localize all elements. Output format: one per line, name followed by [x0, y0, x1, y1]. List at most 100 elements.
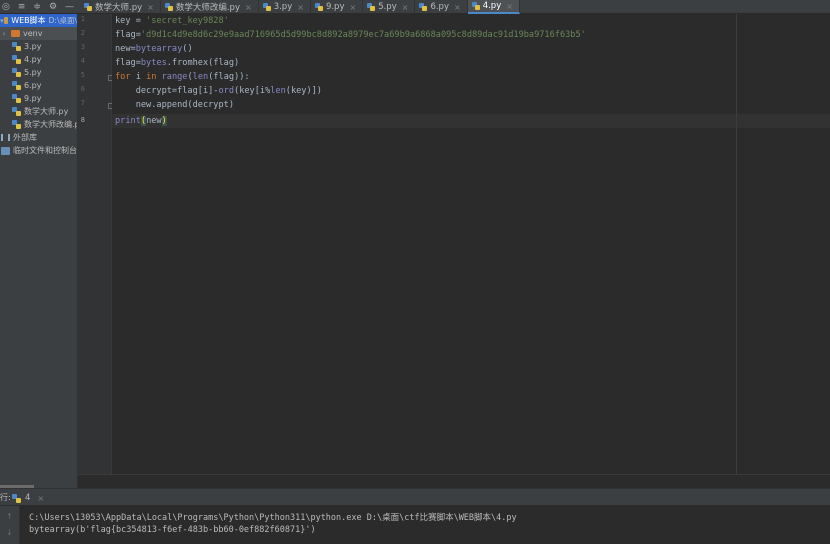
- gear-icon[interactable]: ⚙: [49, 0, 57, 14]
- console-output-line: bytearray(b'flag{bc354813-f6ef-483b-bb60…: [29, 525, 316, 535]
- console-command-line: C:\Users\13053\AppData\Local\Programs\Py…: [29, 513, 517, 523]
- tree-item-label: 4.py: [24, 55, 42, 64]
- tree-item-shuxuedashi[interactable]: 数学大师.py: [0, 105, 77, 118]
- tree-item-label: 5.py: [24, 68, 42, 77]
- run-tab-label: 4: [25, 493, 31, 503]
- line-number: 8: [80, 116, 85, 124]
- library-icon: [1, 134, 10, 141]
- line-number: 7: [80, 99, 85, 107]
- python-file-icon: [12, 120, 21, 129]
- tree-item-external-libs[interactable]: 外部库: [0, 131, 77, 144]
- tree-item-label: 临时文件和控制台: [13, 146, 77, 155]
- tree-item-5py[interactable]: 5.py: [0, 66, 77, 79]
- python-file-icon: [471, 2, 480, 10]
- editor-gutter: 1 2 3 4 5 6 7 8 💡: [78, 14, 130, 474]
- line-number: 1: [80, 15, 85, 23]
- line-number: 5: [80, 71, 85, 79]
- close-icon[interactable]: ×: [402, 3, 409, 12]
- tab-label: 5.py: [378, 2, 397, 12]
- tab-shuxuedashi-gaibian[interactable]: 数学大师改编.py ×: [161, 0, 259, 14]
- tab-label: 数学大师改编.py: [175, 3, 240, 13]
- close-icon[interactable]: ×: [349, 3, 356, 12]
- python-file-icon: [12, 68, 21, 77]
- root-label: WEB脚本: [11, 16, 46, 25]
- scratches-icon: [1, 146, 10, 155]
- tree-item-label: 外部库: [13, 133, 37, 142]
- close-icon[interactable]: ×: [245, 3, 252, 12]
- editor-tabs: 数学大师.py × 数学大师改编.py × 3.py × 9.py × 5.py × 6.…: [80, 0, 520, 14]
- run-toolbar: 行: 4 ×: [0, 488, 830, 506]
- close-icon[interactable]: ×: [147, 3, 154, 12]
- align-icon[interactable]: ≡: [18, 0, 26, 14]
- tab-9py[interactable]: 9.py ×: [311, 0, 364, 14]
- root-path: D:\桌面\: [48, 16, 77, 25]
- close-icon[interactable]: ×: [297, 3, 304, 12]
- code-line-1: key = 'secret_key9828': [115, 16, 229, 26]
- python-file-icon: [419, 3, 428, 11]
- collapse-icon[interactable]: ≑: [33, 0, 41, 14]
- run-console[interactable]: ↑ ↓ C:\Users\13053\AppData\Local\Program…: [0, 506, 830, 544]
- current-line-highlight: [112, 114, 830, 128]
- code-line-4: flag=bytes.fromhex(flag): [115, 58, 240, 68]
- tab-label: 9.py: [325, 2, 345, 12]
- close-icon[interactable]: ×: [506, 2, 513, 11]
- code-line-3: new=bytearray(): [115, 44, 193, 54]
- python-file-icon: [12, 107, 21, 116]
- tab-label: 4.py: [482, 1, 502, 11]
- tree-item-4py[interactable]: 4.py: [0, 53, 77, 66]
- code-line-8: print(new): [115, 116, 167, 126]
- line-number: 4: [80, 57, 85, 65]
- tree-item-venv[interactable]: › venv: [0, 27, 77, 40]
- arrow-up-icon[interactable]: ↑: [6, 512, 13, 521]
- code-editor[interactable]: key = 'secret_key9828' flag='d9d1c4d9e8d…: [112, 14, 830, 474]
- project-toolbar: ◎ ≡ ≑ ⚙ —: [0, 0, 78, 14]
- python-file-icon: [314, 3, 323, 11]
- python-file-icon: [84, 3, 92, 11]
- python-run-icon: [12, 493, 21, 503]
- line-number: 6: [80, 85, 85, 93]
- tab-label: 6.py: [430, 2, 449, 12]
- line-number: 2: [80, 29, 85, 37]
- tab-label: 3.py: [273, 2, 293, 12]
- python-file-icon: [12, 81, 21, 90]
- python-file-icon: [367, 3, 376, 11]
- python-file-icon: [262, 3, 271, 11]
- code-line-6: decrypt=flag[i]-ord(key[i%len(key)]): [115, 86, 322, 96]
- close-icon[interactable]: ×: [454, 3, 461, 12]
- tree-item-label: 6.py: [24, 81, 42, 90]
- tree-item-label: 9.py: [24, 94, 42, 103]
- python-file-icon: [12, 94, 21, 103]
- console-toolbar: ↑ ↓: [0, 506, 20, 544]
- project-tree: ▾ WEB脚本 D:\桌面\ › venv 3.py 4.py 5.py 6.p…: [0, 14, 78, 488]
- tab-shuxuedashi[interactable]: 数学大师.py ×: [80, 0, 161, 14]
- tab-3py[interactable]: 3.py ×: [259, 0, 311, 14]
- tree-item-label: 数学大师.py: [24, 107, 69, 116]
- python-file-icon: [12, 55, 21, 64]
- tab-5py[interactable]: 5.py ×: [363, 0, 416, 14]
- tree-item-shuxuedashi-gaibian[interactable]: 数学大师改编.p: [0, 118, 77, 131]
- tree-item-9py[interactable]: 9.py: [0, 92, 77, 105]
- close-icon[interactable]: ×: [37, 494, 44, 503]
- tab-label: 数学大师.py: [95, 3, 143, 13]
- run-tab-4[interactable]: 4 ×: [12, 492, 44, 504]
- tab-6py[interactable]: 6.py ×: [415, 0, 468, 14]
- folder-icon: [11, 30, 20, 37]
- right-margin-guide: [736, 14, 737, 474]
- tree-root-web[interactable]: ▾ WEB脚本 D:\桌面\: [0, 14, 77, 27]
- editor-horizontal-scroll[interactable]: [78, 474, 830, 488]
- code-line-2: flag='d9d1c4d9e8d6c29e9aad716965d5d99bc8…: [115, 30, 586, 40]
- tab-4py[interactable]: 4.py ×: [467, 0, 520, 14]
- line-number: 3: [80, 43, 85, 51]
- tree-item-6py[interactable]: 6.py: [0, 79, 77, 92]
- python-file-icon: [164, 3, 173, 11]
- tree-item-label: 3.py: [24, 42, 42, 51]
- run-window-label: 行:: [0, 493, 11, 502]
- minimize-icon[interactable]: —: [65, 0, 74, 14]
- chevron-right-icon[interactable]: ›: [0, 30, 8, 38]
- arrow-down-icon[interactable]: ↓: [6, 528, 13, 537]
- tree-item-label: 数学大师改编.p: [24, 120, 78, 129]
- code-line-5: for i in range(len(flag)):: [115, 72, 250, 82]
- tree-item-scratches[interactable]: 临时文件和控制台: [0, 144, 77, 157]
- tree-item-3py[interactable]: 3.py: [0, 40, 77, 53]
- target-icon[interactable]: ◎: [2, 0, 10, 14]
